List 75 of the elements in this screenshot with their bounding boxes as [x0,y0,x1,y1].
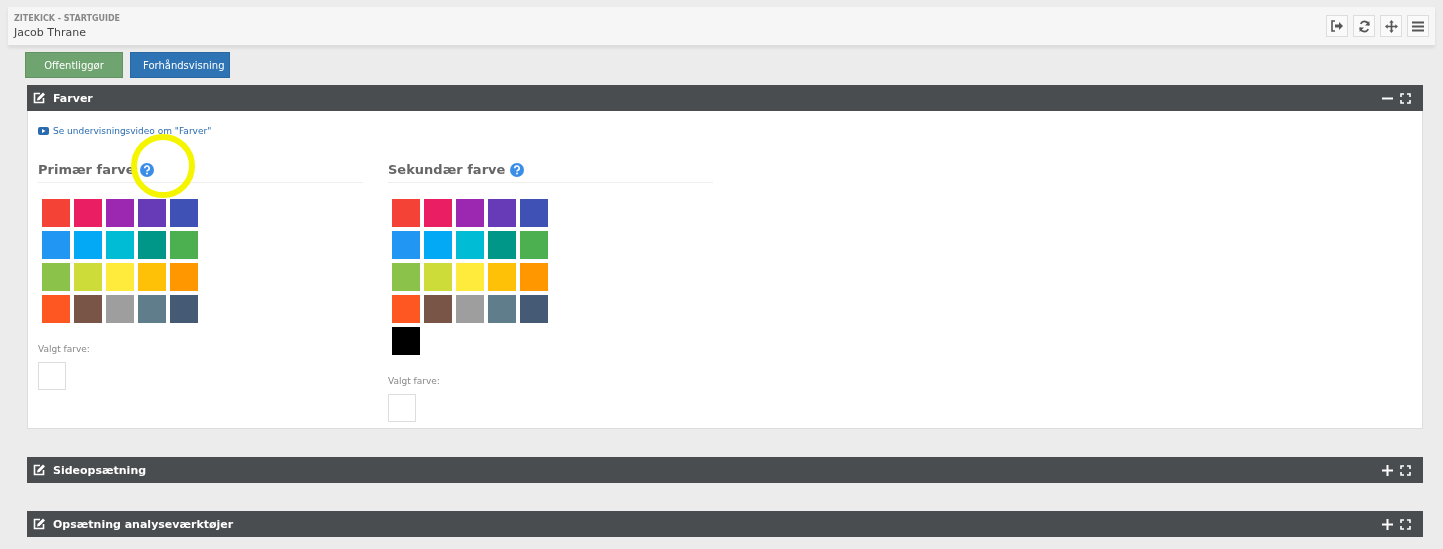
color-swatch[interactable] [488,199,516,227]
edit-icon [33,518,46,530]
edit-icon [33,92,46,104]
color-swatch[interactable] [170,263,198,291]
color-swatch[interactable] [42,199,70,227]
color-swatch[interactable] [42,231,70,259]
page-title: Jacob Thrane [14,25,87,39]
color-swatch[interactable] [424,231,452,259]
fullscreen-icon[interactable] [1400,92,1411,104]
panel-header[interactable]: Opsætning analyseværktøjer [27,511,1423,537]
panel-title: Sideopsætning [53,463,147,477]
color-swatch[interactable] [488,295,516,323]
color-swatch[interactable] [74,199,102,227]
color-swatch[interactable] [392,327,420,355]
color-swatch[interactable] [42,263,70,291]
toolbar-button[interactable]: Forhåndsvisning [130,52,230,78]
color-swatch[interactable] [456,199,484,227]
fullscreen-icon[interactable] [1400,518,1411,530]
color-swatch[interactable] [488,231,516,259]
color-swatch[interactable] [424,199,452,227]
move-icon [1384,19,1398,33]
color-swatch[interactable] [424,263,452,291]
color-swatch[interactable] [392,295,420,323]
panel-title: Farver [53,91,93,105]
exit-button[interactable] [1326,15,1348,37]
color-swatch[interactable] [138,199,166,227]
color-swatch[interactable] [520,295,548,323]
color-swatch[interactable] [456,295,484,323]
section-heading: Sekundær farve [388,162,506,177]
color-swatch[interactable] [456,231,484,259]
help-icon[interactable] [139,162,154,177]
refresh-icon [1357,19,1371,33]
panel-header[interactable]: Sideopsætning [27,457,1423,483]
field-label: Valgt farve: [388,376,441,386]
help-icon[interactable] [510,162,525,177]
color-swatch[interactable] [488,263,516,291]
move-button[interactable] [1380,15,1402,37]
exit-icon [1331,20,1343,32]
color-swatch[interactable] [74,263,102,291]
refresh-button[interactable] [1353,15,1375,37]
color-swatch[interactable] [520,199,548,227]
selected-color-box [388,394,416,422]
color-swatch[interactable] [106,199,134,227]
selected-color-box [38,362,66,390]
color-swatch[interactable] [170,199,198,227]
color-swatch[interactable] [106,231,134,259]
color-swatch[interactable] [42,295,70,323]
panel-header[interactable]: Farver [27,85,1423,111]
color-swatch[interactable] [106,295,134,323]
video-link[interactable]: Se undervisningsvideo om "Farver" [38,126,212,136]
color-swatch[interactable] [392,199,420,227]
color-swatch[interactable] [138,231,166,259]
color-swatch[interactable] [456,263,484,291]
expand-icon[interactable] [1382,518,1393,530]
color-swatch[interactable] [138,263,166,291]
breadcrumb-text: ZITEKICK - STARTGUIDE [14,13,121,23]
color-swatch[interactable] [138,295,166,323]
field-label: Valgt farve: [38,344,91,354]
fullscreen-icon[interactable] [1400,464,1411,476]
video-icon [38,127,49,135]
color-swatch[interactable] [74,295,102,323]
menu-icon [1412,20,1424,32]
color-swatch[interactable] [424,295,452,323]
color-swatch[interactable] [170,231,198,259]
color-swatch[interactable] [520,263,548,291]
panel-title: Opsætning analyseværktøjer [53,517,234,531]
color-swatch[interactable] [106,263,134,291]
color-swatch[interactable] [392,231,420,259]
menu-button[interactable] [1407,15,1429,37]
color-swatch[interactable] [74,231,102,259]
color-swatch[interactable] [170,295,198,323]
color-swatch[interactable] [520,231,548,259]
expand-icon[interactable] [1382,464,1393,476]
color-swatch[interactable] [392,263,420,291]
edit-icon [33,464,46,476]
